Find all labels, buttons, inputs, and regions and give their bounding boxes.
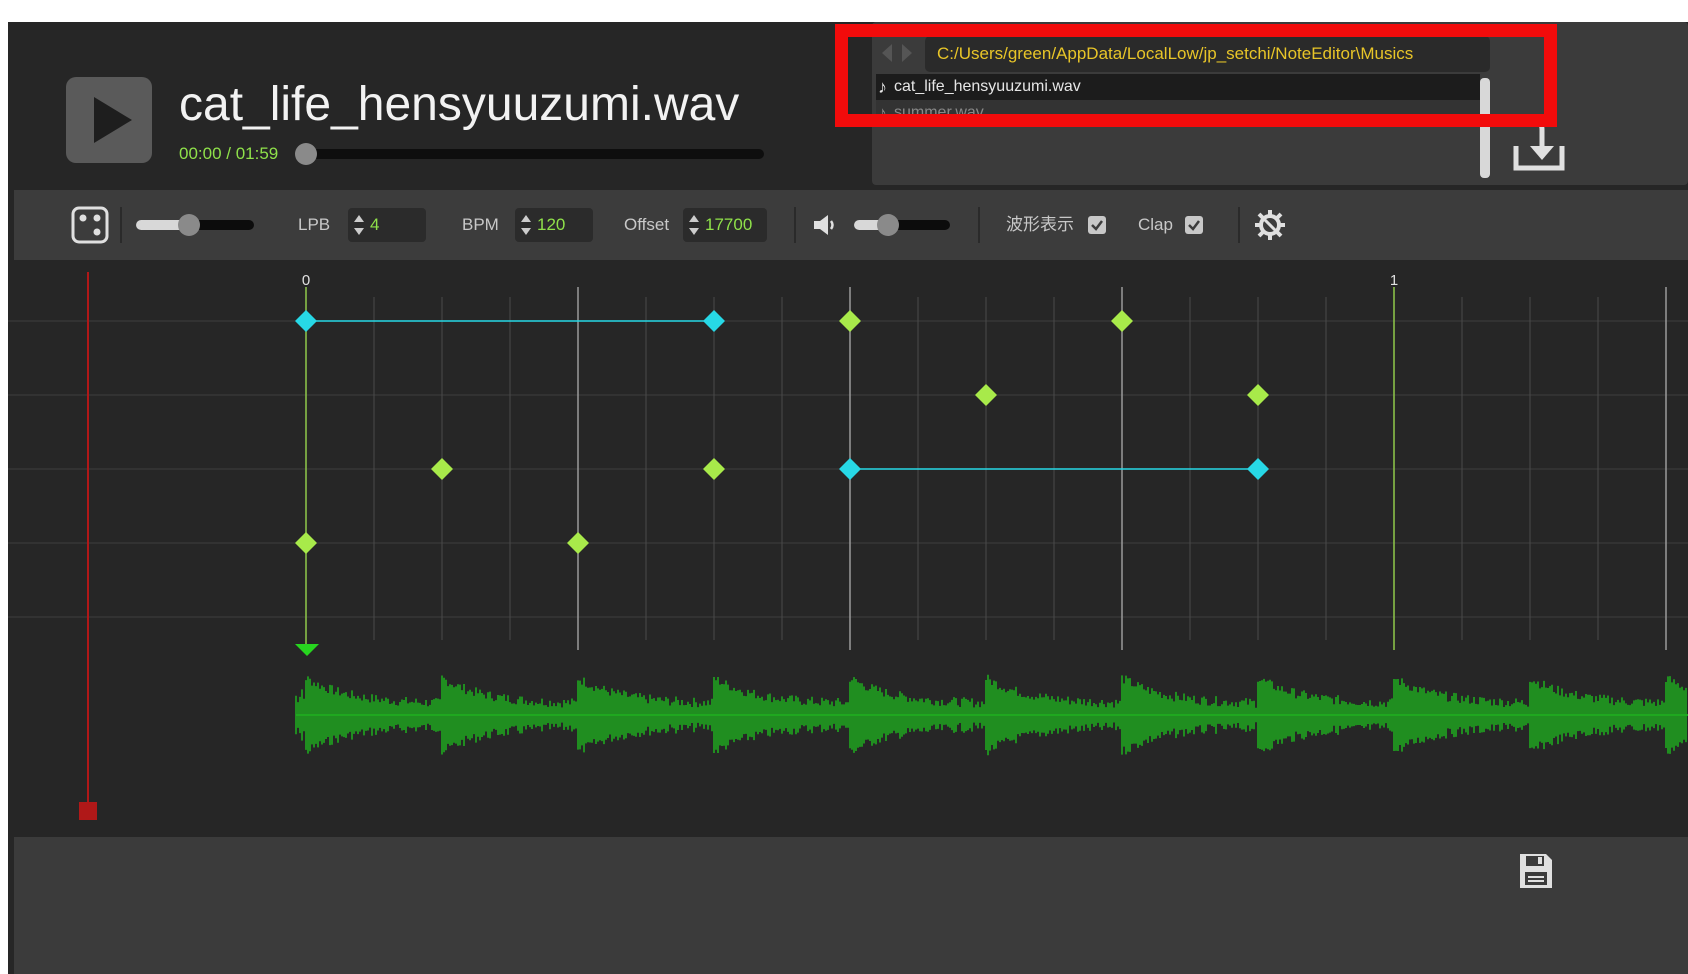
offset-label: Offset: [624, 215, 670, 234]
playhead-handle[interactable]: [79, 802, 97, 820]
clap-toggle-label: Clap: [1138, 215, 1173, 234]
long-note: [839, 458, 861, 480]
separator: [794, 207, 796, 243]
measure-label: 1: [1390, 272, 1398, 289]
gear-icon[interactable]: [1253, 208, 1287, 242]
note-editor-app: cat_life_hensyuuzumi.wav 00:00 / 01:59 C…: [8, 22, 1688, 974]
check-icon: [1188, 220, 1200, 231]
lpb-label: LPB: [298, 215, 331, 234]
waveform-checkbox[interactable]: [1088, 216, 1106, 234]
bpm-value: 120: [537, 215, 566, 234]
measure-label: 0: [302, 272, 310, 289]
bpm-stepper[interactable]: 120: [515, 208, 593, 242]
single-note: [1111, 310, 1133, 332]
lpb-stepper[interactable]: 4: [348, 208, 426, 242]
play-icon: [94, 97, 132, 143]
stepper-arrows-icon[interactable]: [689, 214, 699, 236]
dice-icon[interactable]: [71, 206, 109, 244]
long-note: [703, 310, 725, 332]
waveform-toggle-label: 波形表示: [1006, 215, 1074, 234]
clap-checkbox[interactable]: [1185, 216, 1203, 234]
separator: [120, 207, 122, 243]
note-grid[interactable]: 01: [8, 260, 1688, 860]
single-note: [431, 458, 453, 480]
highlight-box: [835, 24, 1557, 127]
bottom-bar: [14, 837, 1688, 974]
speaker-icon[interactable]: [812, 213, 838, 237]
stepper-arrows-icon[interactable]: [521, 214, 531, 236]
save-icon[interactable]: [1518, 852, 1554, 890]
long-note: [1247, 458, 1269, 480]
offset-stepper[interactable]: 17700: [683, 208, 767, 242]
measure-labels: 01: [302, 272, 1398, 289]
track-title: cat_life_hensyuuzumi.wav: [179, 78, 740, 131]
separator: [1238, 207, 1240, 243]
single-note: [295, 532, 317, 554]
check-icon: [1091, 220, 1103, 231]
single-note: [703, 458, 725, 480]
volume-slider-knob[interactable]: [876, 214, 899, 236]
zoom-slider-knob[interactable]: [178, 214, 201, 236]
time-readout: 00:00 / 01:59: [179, 144, 279, 163]
long-note: [295, 310, 317, 332]
single-note: [839, 310, 861, 332]
single-note: [1247, 384, 1269, 406]
stepper-arrows-icon[interactable]: [354, 214, 364, 236]
offset-value: 17700: [705, 215, 753, 234]
play-button[interactable]: [66, 77, 152, 163]
single-note: [567, 532, 589, 554]
waveform: [295, 674, 1688, 756]
bpm-label: BPM: [462, 215, 499, 234]
seek-knob[interactable]: [295, 143, 317, 165]
seek-bar[interactable]: [304, 149, 764, 159]
single-note: [975, 384, 997, 406]
separator: [978, 207, 980, 243]
cursor-marker: [295, 644, 319, 656]
toolbar: LPB 4 BPM 120 Offset 17700 波形表示 Clap: [14, 190, 1688, 260]
lpb-value: 4: [370, 215, 380, 234]
